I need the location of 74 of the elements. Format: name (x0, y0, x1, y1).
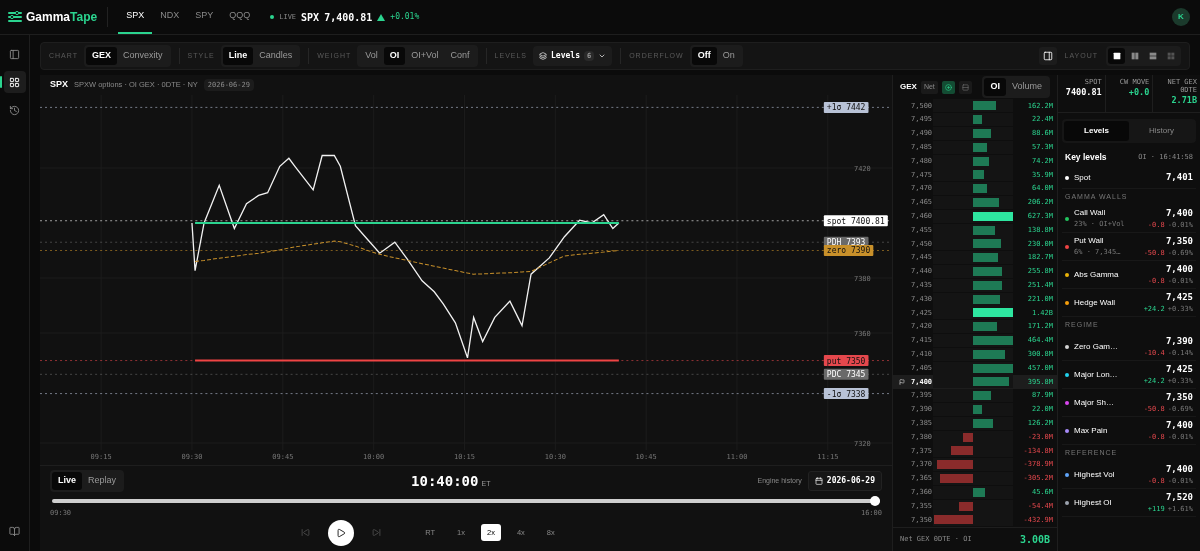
symbol-tab[interactable]: NDX (152, 0, 188, 34)
segment-option[interactable]: OI (383, 47, 406, 65)
level-value: 7,350 (1165, 234, 1193, 248)
stat-value: 2.71B (1171, 94, 1197, 107)
date-picker[interactable]: 2026-06-29 (807, 471, 882, 491)
timeline-thumb[interactable] (870, 496, 880, 506)
segment-option[interactable]: Vol (359, 47, 384, 65)
symbol-tab[interactable]: QQQ (221, 0, 259, 34)
segment-option[interactable]: Live (52, 472, 82, 490)
play-icon (336, 527, 347, 538)
level-value: 7,401 (1165, 170, 1193, 184)
segment-option[interactable]: Off (691, 47, 717, 65)
level-value: 7,400 (1165, 418, 1193, 432)
two-rows-icon (1148, 52, 1157, 60)
segment-option[interactable]: Replay (82, 472, 123, 490)
level-name: Major Lon… (1074, 368, 1118, 381)
ladder-title: GEX (900, 81, 917, 93)
segment-option[interactable]: On (716, 47, 741, 65)
stat-value: 7400.81 (1065, 86, 1102, 99)
single-pane-icon (1112, 52, 1121, 60)
segment-option[interactable]: OI (984, 78, 1006, 96)
symbol-tab[interactable]: SPY (187, 0, 222, 34)
book-icon[interactable] (9, 526, 20, 537)
flag-icon (899, 378, 905, 385)
brand-name: GammaTape (26, 9, 98, 26)
level-value: 7,350 (1165, 390, 1193, 404)
level-value: 7,520 (1165, 490, 1193, 504)
level-name: Zero Gam… (1074, 340, 1118, 353)
four-grid-icon (1166, 52, 1175, 60)
segment-option[interactable]: GEX (86, 47, 117, 65)
segment-option[interactable]: OI+Vol (405, 47, 445, 65)
level-value: 7,400 (1165, 262, 1193, 276)
level-name: Highest OI (1074, 496, 1112, 509)
segment-option[interactable]: Candles (253, 47, 299, 65)
segment-option[interactable]: Line (222, 47, 254, 65)
level-name: Spot (1074, 171, 1091, 184)
segment-option[interactable]: Conf (444, 47, 476, 65)
level-name: Put Wall (1074, 235, 1105, 248)
clock-time: 10:40:00 (411, 471, 479, 491)
layers-icon (539, 52, 548, 60)
panel-tab[interactable]: Levels (1064, 121, 1129, 141)
level-value: 7,390 (1165, 334, 1193, 348)
play-button[interactable] (328, 519, 355, 546)
ticker-symbol: SPX (301, 10, 320, 25)
level-name: Max Pain (1074, 424, 1108, 437)
active-indicator (0, 76, 2, 88)
level-name: Call Wall (1074, 207, 1107, 220)
ticker-change: +0.01% (390, 11, 420, 23)
calendar-icon (814, 477, 823, 485)
level-name: Highest Vol (1074, 468, 1115, 481)
level-value: 7,425 (1165, 290, 1193, 304)
logo-icon (8, 11, 22, 23)
grid-icon[interactable] (3, 71, 26, 93)
segment-option[interactable]: Convexity (117, 47, 169, 65)
layout-option[interactable] (1108, 48, 1125, 64)
user-avatar[interactable]: K (1172, 8, 1190, 26)
stat-value: +0.0 (1128, 86, 1150, 99)
segment-option[interactable]: Volume (1005, 78, 1048, 96)
ticker-price: 7,400.81 (324, 10, 373, 25)
circle-plus-icon[interactable] (941, 80, 955, 94)
footer-value: 3.00B (1019, 533, 1050, 547)
panel-toggle-icon[interactable] (1038, 47, 1057, 65)
level-value: 7,400 (1165, 462, 1193, 476)
section-title: Key levels (1065, 150, 1107, 164)
symbol-tab[interactable]: SPX (118, 0, 153, 34)
level-name: Abs Gamma (1074, 268, 1119, 281)
level-value: 7,400 (1165, 206, 1193, 220)
chevron-down-icon (598, 52, 607, 60)
two-columns-icon (1130, 52, 1139, 60)
level-value: 7,425 (1165, 362, 1193, 376)
level-name: Hedge Wall (1074, 296, 1116, 309)
level-name: Major Sh… (1074, 396, 1114, 409)
panel-tab[interactable]: History (1129, 121, 1194, 141)
chart-symbol: SPX (50, 78, 68, 92)
